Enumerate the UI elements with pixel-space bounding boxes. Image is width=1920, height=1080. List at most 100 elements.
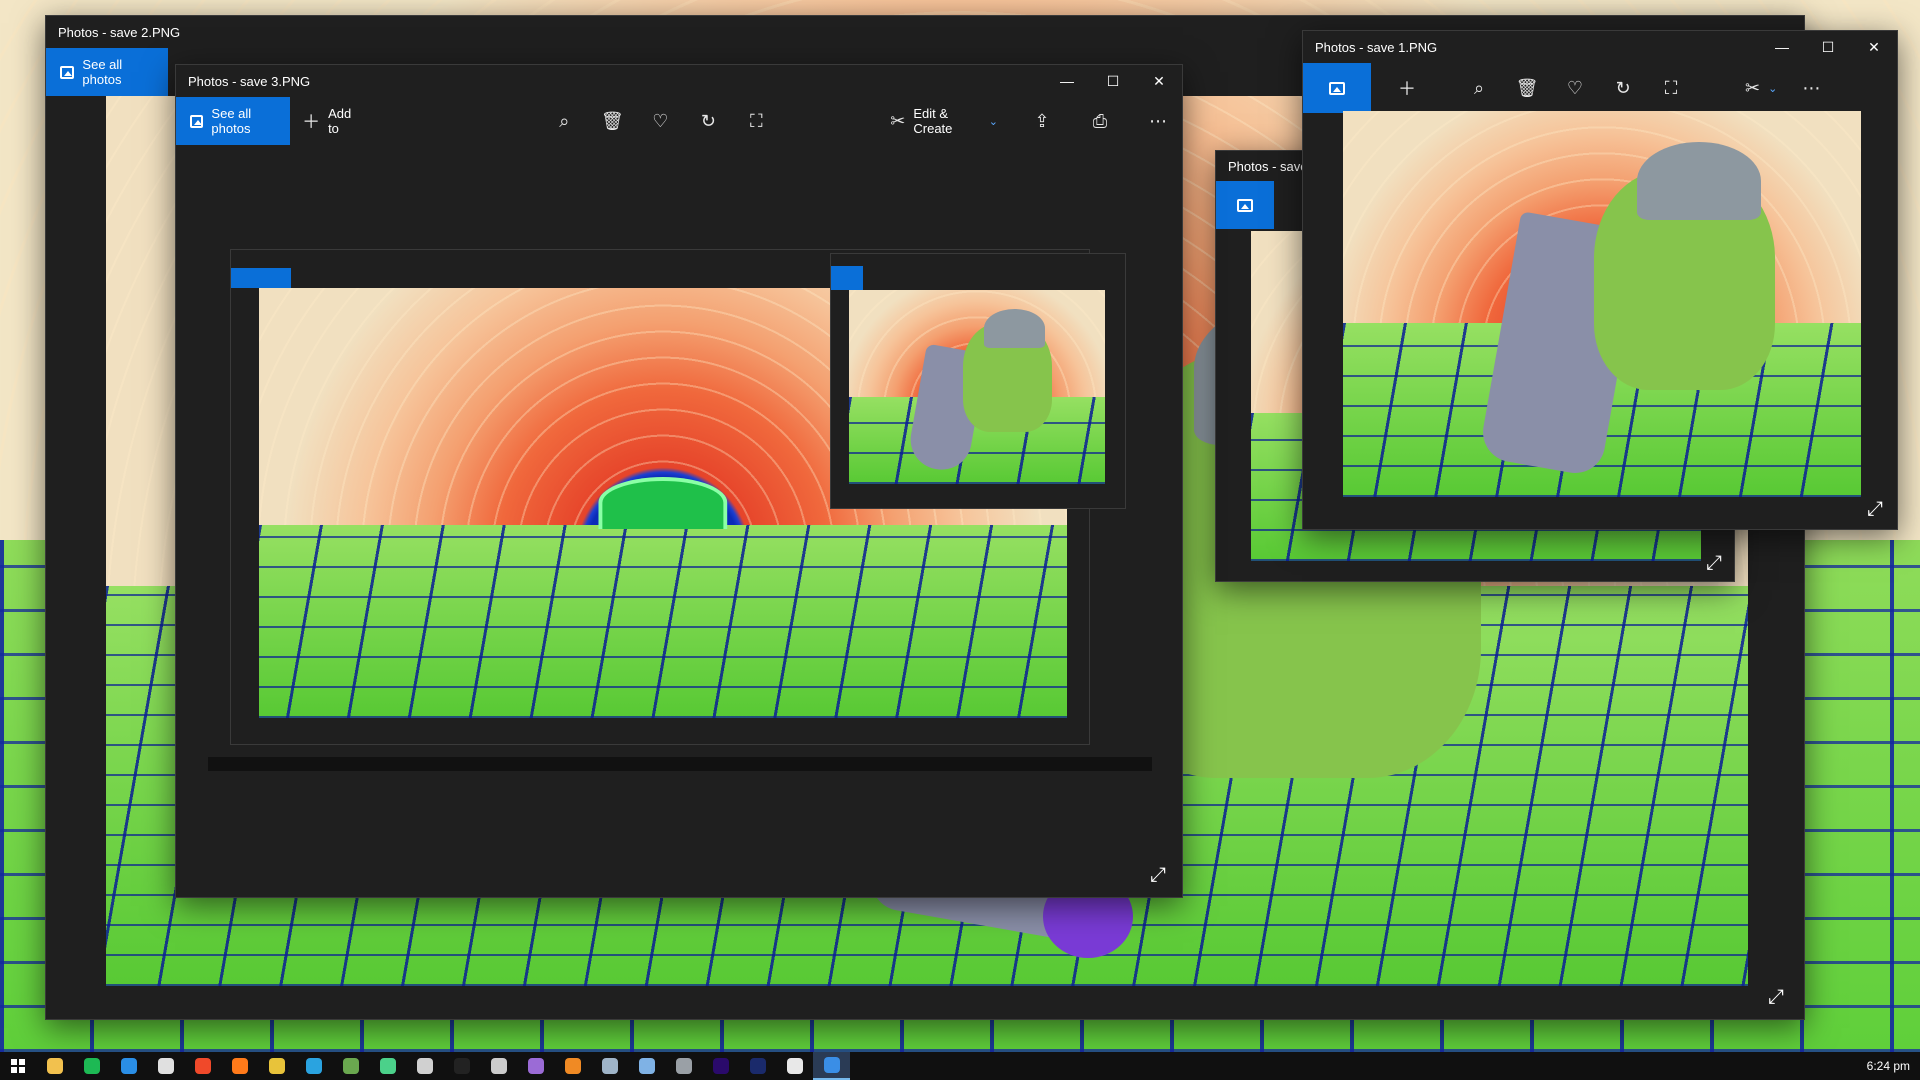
taskbar-blender-button[interactable] xyxy=(554,1052,591,1080)
app-16-icon xyxy=(601,1058,618,1074)
minimize-button[interactable]: — xyxy=(1759,31,1805,63)
taskbar-app-16-button[interactable] xyxy=(591,1052,628,1080)
edit-create-button[interactable]: ✂ Edit & Create ⌄ xyxy=(880,97,1008,145)
nested-window-small xyxy=(830,253,1126,509)
favorite-button[interactable]: ♡ xyxy=(1551,64,1599,112)
taskbar-app-12-button[interactable] xyxy=(443,1052,480,1080)
green-dome xyxy=(598,477,728,529)
add-to-button[interactable]: ＋ xyxy=(1383,64,1431,112)
crop-button[interactable]: ⛶ xyxy=(732,97,780,145)
chevron-down-icon: ⌄ xyxy=(1768,82,1778,95)
photo-toolbar: ＋ ⌕ 🗑 ♡ ↻ ⛶ ✂ ⌄ ⋯ xyxy=(1303,63,1897,113)
taskbar-premiere-button[interactable] xyxy=(702,1052,739,1080)
photos-window-save-1[interactable]: Photos - save 1.PNG — ☐ ✕ ＋ ⌕ 🗑 ♡ ↻ ⛶ ✂ xyxy=(1302,30,1898,530)
edit-create-icon: ✂ xyxy=(1745,77,1761,98)
telegram-icon xyxy=(305,1058,322,1074)
crop-button[interactable]: ⛶ xyxy=(1647,64,1695,112)
see-all-photos-label: See all photos xyxy=(211,106,252,136)
photos-icon xyxy=(1329,81,1345,95)
taskbar-app-4-button[interactable] xyxy=(147,1052,184,1080)
more-options-button[interactable]: ⋯ xyxy=(1134,97,1182,145)
fullscreen-expand-icon[interactable]: ⤢ xyxy=(1764,985,1788,1009)
see-all-photos-button[interactable] xyxy=(1216,181,1274,229)
window-title: Photos - save 1.PNG xyxy=(1315,39,1438,55)
share-icon: ⇪ xyxy=(1034,110,1050,131)
vscode-icon xyxy=(120,1058,137,1074)
premiere-icon xyxy=(712,1058,729,1074)
more-options-button[interactable]: ⋯ xyxy=(1787,64,1835,112)
taskbar-calculator-button[interactable] xyxy=(665,1052,702,1080)
zoom-button[interactable]: ⌕ xyxy=(540,97,588,145)
taskbar-vscode-button[interactable] xyxy=(110,1052,147,1080)
favorite-button[interactable]: ♡ xyxy=(636,97,684,145)
heart-icon: ♡ xyxy=(652,110,669,131)
see-all-photos-button[interactable] xyxy=(1303,63,1371,113)
more-icon: ⋯ xyxy=(1802,77,1821,98)
minimize-button[interactable]: — xyxy=(1044,65,1090,97)
trash-icon: 🗑 xyxy=(600,110,624,131)
close-button[interactable]: ✕ xyxy=(1851,31,1897,63)
photos-icon xyxy=(1237,198,1253,212)
file-explorer-icon xyxy=(46,1058,63,1074)
taskbar-media-encoder-button[interactable] xyxy=(739,1052,776,1080)
photo-character xyxy=(1478,141,1841,497)
maximize-button[interactable]: ☐ xyxy=(1805,31,1851,63)
windows-logo-icon xyxy=(11,1059,25,1073)
edit-create-button[interactable]: ✂ ⌄ xyxy=(1735,64,1787,112)
taskbar-brave-button[interactable] xyxy=(184,1052,221,1080)
window-controls: — ☐ ✕ xyxy=(1759,31,1897,63)
character-helmet xyxy=(984,309,1046,348)
rotate-icon: ↻ xyxy=(700,110,716,131)
taskbar-minecraft-button[interactable] xyxy=(332,1052,369,1080)
fullscreen-expand-icon[interactable]: ⤢ xyxy=(1702,551,1726,575)
trash-icon: 🗑 xyxy=(1515,77,1539,98)
zoom-button[interactable]: ⌕ xyxy=(1455,64,1503,112)
rotate-button[interactable]: ↻ xyxy=(684,97,732,145)
photos-icon xyxy=(60,65,75,79)
taskbar-clock[interactable]: 6:24 pm xyxy=(1867,1052,1910,1080)
window-title: Photos - save 2.PNG xyxy=(58,24,181,40)
taskbar-file-explorer-button[interactable] xyxy=(36,1052,73,1080)
taskbar-app-17-button[interactable] xyxy=(628,1052,665,1080)
taskbar-chrome-button[interactable] xyxy=(258,1052,295,1080)
nested-see-all-button xyxy=(231,268,291,288)
see-all-photos-label: See all photos xyxy=(82,57,123,87)
photos-icon xyxy=(190,114,204,128)
rotate-button[interactable]: ↻ xyxy=(1599,64,1647,112)
delete-button[interactable]: 🗑 xyxy=(1503,64,1551,112)
see-all-photos-button[interactable]: See all photos xyxy=(176,97,291,145)
taskbar-firefox-button[interactable] xyxy=(221,1052,258,1080)
fullscreen-expand-icon[interactable]: ⤢ xyxy=(1863,497,1887,521)
taskbar-app-10-button[interactable] xyxy=(369,1052,406,1080)
photo-toolbar: See all photos ＋ Add to ⌕ 🗑 ♡ ↻ ⛶ ✂ Edit… xyxy=(176,97,1182,145)
github-icon xyxy=(527,1058,544,1074)
app-12-icon xyxy=(453,1058,470,1074)
app-4-icon xyxy=(157,1058,174,1074)
share-button[interactable]: ⇪ xyxy=(1018,97,1066,145)
see-all-photos-button[interactable]: See all photos xyxy=(46,48,168,96)
taskbar-github-button[interactable] xyxy=(517,1052,554,1080)
nested-taskbar xyxy=(208,757,1152,771)
delete-button[interactable]: 🗑 xyxy=(588,97,636,145)
fullscreen-expand-icon[interactable]: ⤢ xyxy=(1146,863,1170,887)
taskbar-spotify-button[interactable] xyxy=(73,1052,110,1080)
taskbar-photos-button[interactable] xyxy=(813,1052,850,1080)
window-titlebar[interactable]: Photos - save 1.PNG — ☐ ✕ xyxy=(1303,31,1897,63)
photos-icon xyxy=(823,1057,840,1073)
taskbar-app-13-button[interactable] xyxy=(480,1052,517,1080)
maximize-button[interactable]: ☐ xyxy=(1090,65,1136,97)
add-to-button[interactable]: ＋ Add to xyxy=(292,97,370,145)
calculator-icon xyxy=(675,1058,692,1074)
photos-window-save-3[interactable]: Photos - save 3.PNG — ☐ ✕ See all photos… xyxy=(175,64,1183,898)
taskbar-app-21-button[interactable] xyxy=(776,1052,813,1080)
print-button[interactable]: ⎙ xyxy=(1076,97,1124,145)
start-button[interactable] xyxy=(0,1052,36,1080)
taskbar-app-11-button[interactable] xyxy=(406,1052,443,1080)
window-titlebar[interactable]: Photos - save 3.PNG — ☐ ✕ xyxy=(176,65,1182,97)
crop-icon: ⛶ xyxy=(749,110,763,131)
plus-icon: ＋ xyxy=(302,112,321,132)
photo-grid-floor xyxy=(259,524,1067,718)
window-title: Photos - save 3.PNG xyxy=(188,73,311,89)
taskbar-telegram-button[interactable] xyxy=(295,1052,332,1080)
close-button[interactable]: ✕ xyxy=(1136,65,1182,97)
